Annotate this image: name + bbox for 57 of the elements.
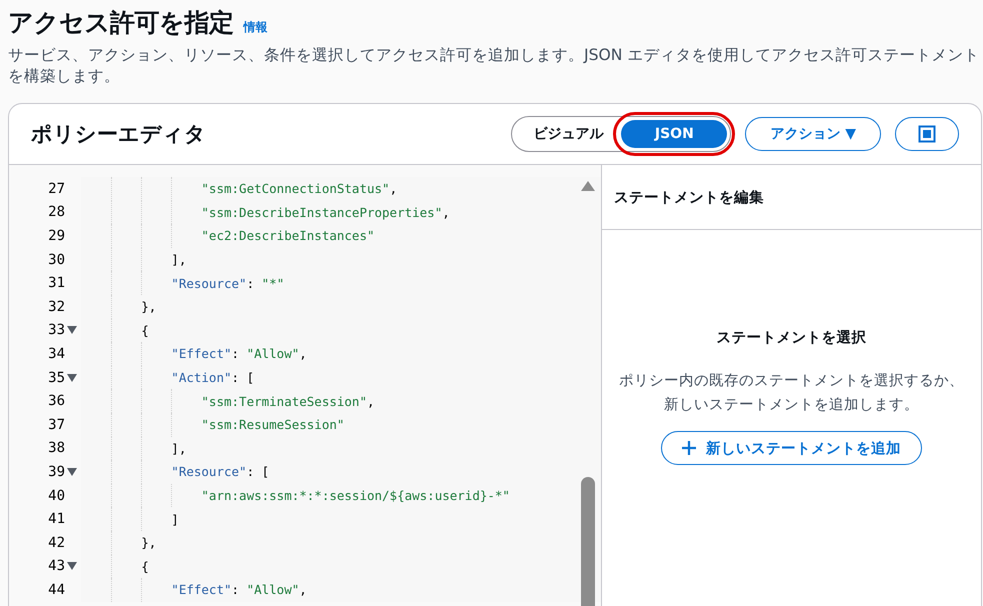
line-number: 42 xyxy=(47,534,65,551)
code-text: ], xyxy=(170,440,186,456)
line-number: 37 xyxy=(47,416,65,433)
mode-option[interactable]: ビジュアル xyxy=(515,120,622,148)
line-number: 32 xyxy=(47,298,65,315)
fullscreen-button[interactable] xyxy=(895,117,959,151)
line-number: 35 xyxy=(47,370,65,386)
info-link[interactable]: 情報 xyxy=(244,19,268,36)
code-text: "ssm:ResumeSession" xyxy=(200,417,344,432)
code-text: }, xyxy=(140,535,156,550)
actions-dropdown-button[interactable]: アクション ▼ xyxy=(745,117,881,151)
code-text: "ssm:GetConnectionStatus", xyxy=(200,181,398,196)
line-number: 33 xyxy=(47,322,65,338)
line-number: 38 xyxy=(47,440,65,456)
empty-state-title: ステートメントを選択 xyxy=(716,329,866,347)
add-statement-button[interactable]: 新しいステートメントを追加 xyxy=(661,431,922,465)
line-number: 29 xyxy=(47,228,65,244)
code-text: { xyxy=(140,558,149,574)
fold-caret-icon[interactable] xyxy=(67,562,77,570)
panel-title: ステートメントを編集 xyxy=(602,165,981,230)
code-text: "arn:aws:ssm:*:*:session/${aws:userid}-*" xyxy=(200,488,510,504)
page-title: アクセス許可を指定 xyxy=(8,7,234,39)
line-number: 43 xyxy=(47,558,65,574)
line-number: 36 xyxy=(47,393,65,410)
code-text: "Resource": "*" xyxy=(170,276,284,291)
fold-caret-icon[interactable] xyxy=(67,468,77,476)
card-title: ポリシーエディタ xyxy=(31,121,207,148)
code-editor[interactable] xyxy=(9,165,601,606)
line-number: 30 xyxy=(47,252,65,268)
line-number: 27 xyxy=(47,180,65,197)
code-text: }, xyxy=(140,299,156,314)
scrollbar-thumb[interactable] xyxy=(581,477,595,606)
fullscreen-icon xyxy=(918,125,936,143)
code-text: "Effect": "Allow", xyxy=(170,346,307,362)
line-number: 44 xyxy=(47,582,65,598)
line-number: 34 xyxy=(47,346,65,362)
fold-caret-icon[interactable] xyxy=(67,374,77,382)
line-number: 31 xyxy=(47,275,65,292)
code-text: "ssm:TerminateSession", xyxy=(200,394,375,409)
code-text: "ec2:DescribeInstances" xyxy=(200,228,374,244)
code-text: "Resource": [ xyxy=(170,464,270,480)
plus-icon xyxy=(682,441,696,455)
code-text: ] xyxy=(170,512,179,527)
code-text: ], xyxy=(170,252,186,268)
mode-option[interactable]: JSON xyxy=(621,120,728,148)
scroll-up-icon[interactable] xyxy=(581,181,595,191)
line-number: 41 xyxy=(47,511,65,528)
code-text: "Effect": "Allow", xyxy=(170,582,307,598)
fold-caret-icon[interactable] xyxy=(67,326,77,334)
line-number: 40 xyxy=(47,488,65,504)
code-text: { xyxy=(140,322,149,338)
line-number: 28 xyxy=(47,204,65,220)
empty-state-text: ポリシー内の既存のステートメントを選択するか、新しいステートメントを追加します。 xyxy=(619,372,964,415)
page-description: サービス、アクション、リソース、条件を選択してアクセス許可を追加します。JSON エディタを使用してアクセス許可ステートメントを構築します。 xyxy=(8,45,980,87)
code-text: "ssm:DescribeInstanceProperties", xyxy=(200,204,450,220)
code-text: "Action": [ xyxy=(170,370,254,386)
line-number: 39 xyxy=(47,464,65,480)
